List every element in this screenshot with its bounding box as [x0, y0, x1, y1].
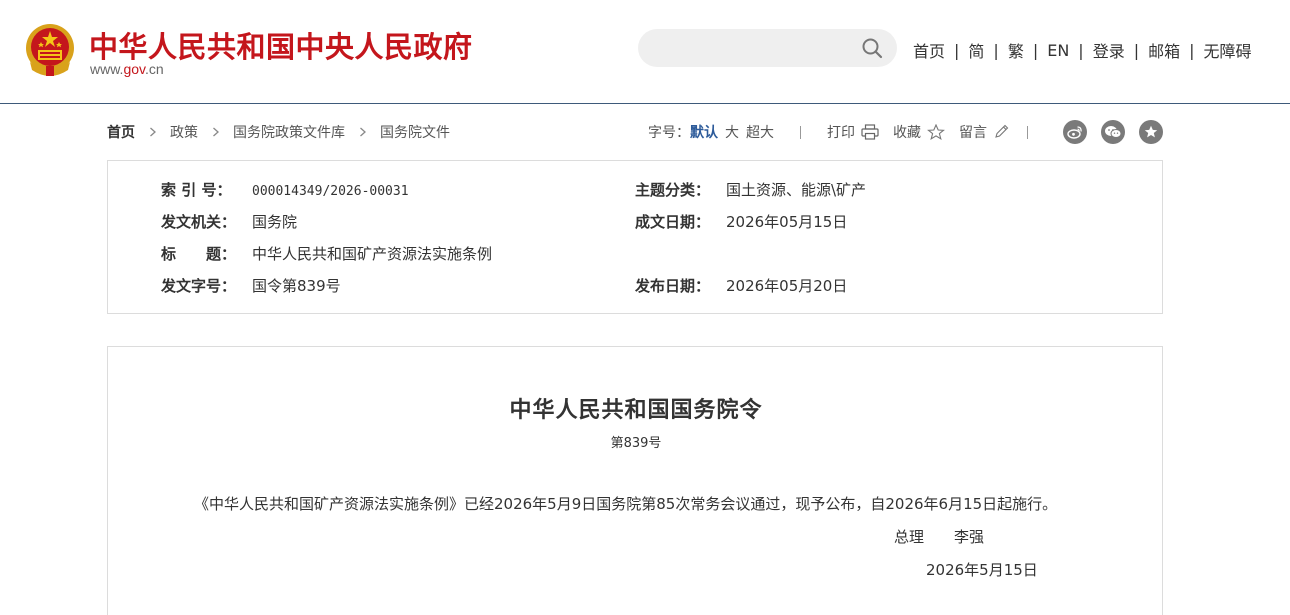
info-val-topic: 国土资源、能源\矿产 — [726, 181, 867, 199]
info-row-topic: 主题分类： 国土资源、能源\矿产 — [635, 179, 866, 200]
star-circle-icon — [1144, 125, 1158, 138]
favorite-label: 收藏 — [893, 125, 921, 141]
star-icon — [927, 124, 945, 140]
nav-separator: | — [1078, 40, 1084, 60]
site-url-suffix: .cn — [145, 61, 164, 77]
site-url-prefix: www. — [90, 61, 124, 77]
info-key-topic: 主题分类： — [635, 181, 711, 199]
breadcrumb-state-council-docs[interactable]: 国务院文件 — [380, 122, 450, 142]
info-val-written-date: 2026年05月15日 — [726, 213, 848, 231]
comment-button[interactable]: 留言 — [959, 122, 1011, 142]
chevron-right-icon — [213, 127, 219, 137]
breadcrumb: 首页 政策 国务院政策文件库 国务院文件 — [107, 122, 450, 142]
wechat-icon — [1105, 126, 1122, 138]
nav-english[interactable]: EN — [1047, 41, 1069, 60]
document-info-table: 索 引 号： 000014349/2026-00031 主题分类： 国土资源、能源\… — [107, 160, 1163, 314]
nav-separator: | — [1189, 40, 1195, 60]
signature-name: 李强 — [954, 528, 985, 546]
breadcrumb-policy[interactable]: 政策 — [170, 122, 198, 142]
top-nav: 首页 | 简 | 繁 | EN | 登录 | 邮箱 | 无障碍 — [913, 38, 1252, 62]
info-row-written-date: 成文日期： 2026年05月15日 — [635, 211, 847, 232]
nav-accessibility[interactable]: 无障碍 — [1204, 38, 1252, 62]
site-title[interactable]: 中华人民共和国中央人民政府 — [89, 24, 473, 66]
info-val-index: 000014349/2026-00031 — [252, 184, 409, 199]
info-key-issuer: 发文机关： — [161, 213, 237, 231]
nav-separator: | — [993, 40, 999, 60]
document-title: 中华人民共和国国务院令 — [509, 398, 763, 423]
font-size-default[interactable]: 默认 — [690, 122, 718, 142]
nav-separator: | — [954, 40, 960, 60]
breadcrumb-home[interactable]: 首页 — [107, 122, 135, 142]
info-key-written-date: 成文日期： — [635, 213, 711, 231]
favorite-share-button[interactable] — [1139, 120, 1163, 144]
info-row-issuer: 发文机关： 国务院 — [161, 211, 297, 232]
national-emblem-icon[interactable] — [24, 22, 76, 78]
nav-login[interactable]: 登录 — [1093, 38, 1125, 62]
document-date: 2026年5月15日 — [926, 561, 1038, 579]
toolbar-divider — [1027, 125, 1028, 139]
wechat-share-button[interactable] — [1101, 120, 1125, 144]
info-val-published-date: 2026年05月20日 — [726, 277, 848, 295]
weibo-share-button[interactable] — [1063, 120, 1087, 144]
printer-icon — [861, 124, 879, 140]
info-row-published-date: 发布日期： 2026年05月20日 — [635, 275, 847, 296]
signature-role: 总理 — [894, 528, 925, 546]
info-val-title: 中华人民共和国矿产资源法实施条例 — [252, 245, 493, 263]
print-label: 打印 — [827, 125, 855, 141]
info-key-doc-number: 发文字号： — [161, 277, 237, 295]
nav-simplified[interactable]: 简 — [968, 38, 984, 62]
nav-separator: | — [1032, 40, 1039, 60]
document-body: 中华人民共和国国务院令 第839号 《中华人民共和国矿产资源法实施条例》已经20… — [107, 346, 1163, 615]
breadcrumb-policy-library[interactable]: 国务院政策文件库 — [233, 122, 345, 142]
nav-traditional[interactable]: 繁 — [1008, 38, 1024, 62]
chevron-right-icon — [150, 127, 156, 137]
search-input[interactable] — [638, 29, 897, 67]
document-signature: 总理 李强 — [894, 526, 984, 547]
nav-mail[interactable]: 邮箱 — [1148, 38, 1180, 62]
chevron-right-icon — [360, 127, 366, 137]
site-url-gov: gov — [123, 61, 145, 77]
comment-label: 留言 — [959, 125, 987, 141]
site-url[interactable]: www.gov.cn — [90, 61, 164, 77]
info-val-issuer: 国务院 — [252, 213, 298, 231]
font-size-label: 字号： — [648, 125, 690, 141]
info-val-doc-number: 国令第839号 — [252, 277, 341, 295]
font-size-xlarge[interactable]: 超大 — [746, 122, 774, 142]
pencil-icon — [995, 124, 1009, 138]
document-paragraph: 《中华人民共和国矿产资源法实施条例》已经2026年5月9日国务院第85次常务会议… — [194, 495, 1058, 513]
document-number: 第839号 — [610, 436, 662, 451]
font-size-large[interactable]: 大 — [725, 122, 739, 142]
info-row-index: 索 引 号： 000014349/2026-00031 — [161, 179, 409, 200]
search-icon[interactable] — [861, 37, 883, 59]
favorite-button[interactable]: 收藏 — [893, 122, 945, 142]
weibo-icon — [1067, 126, 1082, 139]
info-row-doc-number: 发文字号： 国令第839号 — [161, 275, 341, 296]
nav-separator: | — [1133, 40, 1140, 60]
toolbar-divider — [800, 125, 801, 139]
info-key-published-date: 发布日期： — [635, 277, 711, 295]
info-row-title: 标 题： 中华人民共和国矿产资源法实施条例 — [161, 243, 492, 264]
info-key-index: 索 引 号： — [161, 181, 232, 199]
info-key-title: 标 题： — [161, 245, 237, 263]
print-button[interactable]: 打印 — [827, 122, 879, 142]
nav-home[interactable]: 首页 — [913, 38, 945, 62]
site-header: 中华人民共和国中央人民政府 www.gov.cn 首页 | 简 | 繁 | EN… — [0, 0, 1290, 104]
article-toolbar: 字号： 默认 大 超大 打印 收藏 留言 — [648, 122, 1054, 142]
